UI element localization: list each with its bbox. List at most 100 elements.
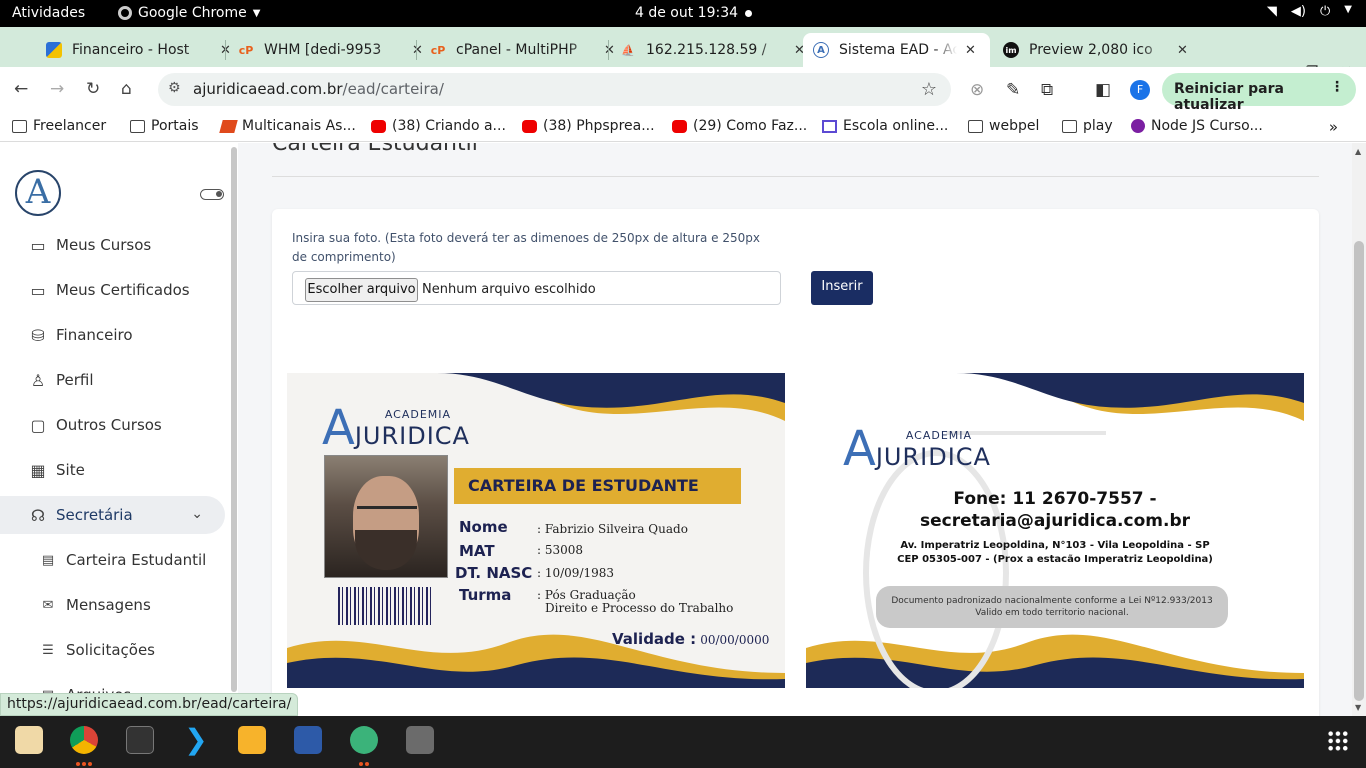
calculator-icon[interactable] [238,726,266,754]
bookmark-item[interactable]: Portais [130,118,199,134]
running-indicator [82,762,86,766]
bookmark-item[interactable]: Freelancer [12,118,106,134]
running-indicator [88,762,92,766]
reload-button[interactable]: ↻ [86,79,100,99]
scroll-down-arrow[interactable]: ▼ [1355,703,1361,712]
home-button[interactable]: ⌂ [121,79,132,99]
field-label-nome: Nome [459,518,508,536]
list-icon: ☰ [42,642,54,658]
app-grid-icon[interactable] [1327,730,1349,752]
tab-sistema-ead[interactable]: A Sistema EAD - Ac ✕ [803,33,990,67]
sidebar-item-label: Outros Cursos [56,416,162,434]
extension-icon[interactable]: ⊗ [970,80,984,100]
photo-file-input[interactable]: Escolher arquivo Nenhum arquivo escolhid… [292,271,781,305]
tab-cpanel[interactable]: cP cPanel - MultiPHP ✕ [430,33,615,67]
tab-financeiro[interactable]: Financeiro - Host ✕ [46,33,231,67]
mail-icon: ✉ [42,597,54,613]
brand-text: ACADEMIA JURIDICA [355,408,470,450]
upload-instructions: Insira sua foto. (Esta foto deverá ter a… [292,231,760,264]
bookmark-star-icon[interactable]: ☆ [921,79,937,100]
system-top-bar: Atividades Google Chrome ▼ 4 de out 19:3… [0,0,1366,27]
sidebar-item-solicitacoes[interactable]: ☰ Solicitações [0,631,225,669]
taskbar-dock: ❯ [0,716,1366,768]
bookmark-item[interactable]: Multicanais As... [219,118,356,134]
address-bar[interactable]: ⚙ ajuridicaead.com.br/ead/carteira/ ☆ [158,73,951,106]
tab-phpmyadmin[interactable]: ⛵ 162.215.128.59 / ✕ [620,33,805,67]
choose-file-button[interactable]: Escolher arquivo [305,278,418,302]
sidebar-item-label: Meus Certificados [56,281,190,299]
page-scrollbar[interactable]: ▲ ▼ [1352,143,1366,716]
node-course-icon [1131,119,1145,133]
tab-whm[interactable]: cP WHM [dedi-9953 ✕ [238,33,423,67]
profile-avatar[interactable]: F [1130,80,1150,100]
bookmark-item[interactable]: (38) Phpsprea... [522,118,655,134]
folder-icon [1062,119,1077,133]
sidebar-item-meus-cursos[interactable]: ▭ Meus Cursos [0,226,225,264]
clock[interactable]: 4 de out 19:34 [635,5,738,21]
app-menu[interactable]: Google Chrome ▼ [118,5,260,21]
sidebar-scrollbar[interactable] [231,147,237,692]
close-icon[interactable]: ✕ [604,43,615,58]
close-icon[interactable]: ✕ [965,43,976,58]
running-indicator [359,762,363,766]
sidebar-item-secretaria[interactable]: ☊ Secretária ⌄ [0,496,225,534]
forward-button[interactable]: → [50,79,64,99]
divider [272,176,1319,177]
bookmark-label: Escola online... [843,118,949,134]
scroll-up-arrow[interactable]: ▲ [1355,147,1361,156]
files-icon[interactable] [15,726,43,754]
bookmark-item[interactable]: Node JS Curso... [1131,118,1263,134]
sidebar-item-label: Carteira Estudantil [66,551,207,569]
back-button[interactable]: ← [14,79,28,99]
network-tool-icon[interactable] [294,726,322,754]
more-menu-icon: ⋮ [1330,79,1344,95]
scroll-thumb[interactable] [1354,241,1364,701]
system-tray[interactable]: ◥ ◀) ⏻ ▼ [1267,4,1352,19]
site-logo[interactable]: A [15,170,61,216]
bookmark-item[interactable]: Escola online... [822,118,948,134]
app-name: Google Chrome [138,5,247,21]
student-card-back: A ACADEMIA JURIDICA Fone: 11 2670-7557 -… [806,373,1304,688]
chrome-icon[interactable] [70,726,98,754]
tab-preview-icons[interactable]: im Preview 2,080 ico ✕ [1003,33,1188,67]
brand-logo: A ACADEMIA JURIDICA [322,404,470,452]
bookmarks-bar: Freelancer Portais Multicanais As... (38… [0,112,1366,142]
close-icon[interactable]: ✕ [412,43,423,58]
bookmarks-overflow-button[interactable]: » [1329,118,1338,136]
extensions-puzzle-icon[interactable]: ⧉ [1041,80,1053,100]
close-icon[interactable]: ✕ [1177,43,1188,58]
sidebar-item-mensagens[interactable]: ✉ Mensagens [0,586,225,624]
link-status-bubble: https://ajuridicaead.com.br/ead/carteira… [0,693,299,716]
eyedropper-icon[interactable]: ✎ [1006,80,1020,100]
bookmark-item[interactable]: (38) Criando a... [371,118,506,134]
monitor-icon: ▢ [30,415,46,435]
sidebar-item-financeiro[interactable]: ⛁ Financeiro [0,316,225,354]
atom-icon[interactable] [350,726,378,754]
activities-button[interactable]: Atividades [12,5,85,21]
brand-logo: A ACADEMIA JURIDICA [843,425,991,473]
validity-label: Validade : [612,630,697,648]
folder-icon [130,119,145,133]
page-title: Carteira Estudantil [272,143,478,156]
vscode-icon[interactable]: ❯ [182,726,210,754]
terminal-icon[interactable] [126,726,154,754]
sidebar-item-outros-cursos[interactable]: ▢ Outros Cursos [0,406,225,444]
sidebar-item-carteira-estudantil[interactable]: ▤ Carteira Estudantil [0,541,225,579]
side-panel-icon[interactable]: ◧ [1095,80,1111,100]
update-button[interactable]: Reiniciar para atualizar ⋮ [1162,73,1356,113]
bookmark-label: (38) Criando a... [392,118,506,134]
bookmark-item[interactable]: (29) Como Faz... [672,118,807,134]
validity-value: 00/00/0000 [700,633,770,647]
folder-icon [12,119,27,133]
site-info-icon[interactable]: ⚙ [168,80,181,96]
im-icon: im [1003,42,1019,58]
insert-button[interactable]: Inserir [811,271,873,305]
bookmark-item[interactable]: play [1062,118,1113,134]
sidebar-item-perfil[interactable]: ♙ Perfil [0,361,225,399]
disk-icon[interactable] [406,726,434,754]
sidebar-item-meus-certificados[interactable]: ▭ Meus Certificados [0,271,225,309]
running-indicator [365,762,369,766]
sidebar-item-site[interactable]: ▦ Site [0,451,225,489]
sidebar-toggle[interactable] [200,189,224,200]
bookmark-item[interactable]: webpel [968,118,1039,134]
